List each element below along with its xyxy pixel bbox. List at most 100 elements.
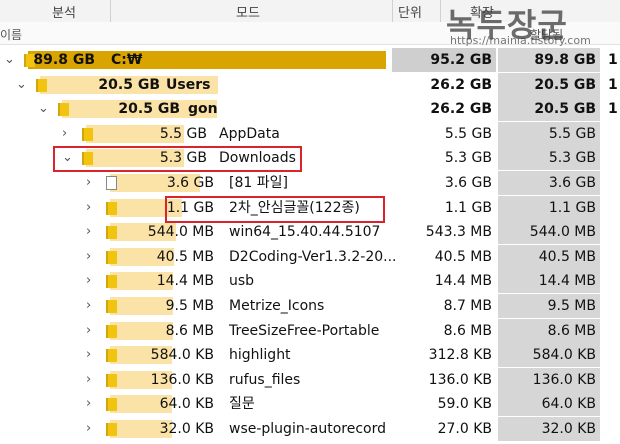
chevron-down-icon[interactable]: ⌄ <box>4 48 15 72</box>
row-name[interactable]: 질문 <box>229 392 255 416</box>
chevron-right-icon[interactable]: › <box>86 196 91 220</box>
header-separator[interactable] <box>110 0 111 22</box>
header-separator[interactable] <box>392 0 393 22</box>
tree-row[interactable]: › 136.0 KB rufus_files 136.0 KB 136.0 KB <box>0 367 620 392</box>
row-allocated: 14.4 MB <box>538 273 596 290</box>
row-name[interactable]: [81 파일] <box>229 171 288 195</box>
chevron-right-icon[interactable]: › <box>86 220 91 244</box>
row-allocated: 89.8 GB <box>534 52 596 68</box>
tree-row[interactable]: › 64.0 KB 질문 59.0 KB 64.0 KB <box>0 392 620 417</box>
tree-row[interactable]: › 5.5 GB AppData 5.5 GB 5.5 GB <box>0 121 620 146</box>
row-size-label: 64.0 KB <box>159 396 214 413</box>
tree-row[interactable]: › 40.5 MB D2Coding-Ver1.3.2-20... 40.5 MB 40… <box>0 244 620 269</box>
highlight-downloads <box>53 146 302 172</box>
row-size-label: 544.0 MB <box>147 224 214 241</box>
row-name[interactable]: AppData <box>219 122 280 146</box>
chevron-down-icon[interactable]: ⌄ <box>38 97 49 121</box>
treesize-window: 분석 모드 단위 확장 이름 할당됨 ⌄ 89.8 GB C:₩ 95.2 GB 89.… <box>0 0 620 444</box>
row-size: 59.0 KB <box>437 396 492 413</box>
row-size-label: 14.4 MB <box>156 273 214 290</box>
chevron-right-icon[interactable]: › <box>86 417 91 441</box>
row-size: 3.6 GB <box>444 175 492 191</box>
row-allocated: 64.0 KB <box>541 396 596 413</box>
row-size-label: 136.0 KB <box>150 371 214 388</box>
row-size: 95.2 GB <box>430 52 492 68</box>
row-allocated: 3.6 GB <box>548 175 596 191</box>
tree-row[interactable]: › 14.4 MB usb 14.4 MB 14.4 MB <box>0 269 620 294</box>
file-icon <box>106 176 117 190</box>
chevron-right-icon[interactable]: › <box>86 171 91 195</box>
chevron-right-icon[interactable]: › <box>62 122 67 146</box>
tree-row[interactable]: ⌄ 20.5 GB gon 26.2 GB 20.5 GB 1 <box>0 97 620 122</box>
row-size-label: 20.5 GB <box>118 101 180 118</box>
row-name[interactable]: Metrize_Icons <box>229 294 324 318</box>
row-size-label: 20.5 GB <box>98 76 160 93</box>
row-size: 5.5 GB <box>444 125 492 142</box>
folder-icon <box>36 78 47 92</box>
chevron-right-icon[interactable]: › <box>86 368 91 392</box>
row-name[interactable]: TreeSizeFree-Portable <box>229 319 379 343</box>
row-name[interactable]: highlight <box>229 343 291 367</box>
row-name[interactable]: rufus_files <box>229 368 300 392</box>
row-allocated: 1.1 GB <box>548 199 596 216</box>
row-name[interactable]: gon <box>188 97 218 121</box>
row-allocated: 544.0 MB <box>529 224 596 241</box>
tree-row[interactable]: › 3.6 GB [81 파일] 3.6 GB 3.6 GB <box>0 171 620 195</box>
watermark-url: https://mainia.tistory.com <box>450 34 591 47</box>
folder-icon <box>106 201 117 215</box>
tree-row[interactable]: › 584.0 KB highlight 312.8 KB 584.0 KB <box>0 343 620 368</box>
chevron-right-icon[interactable]: › <box>86 392 91 416</box>
row-name[interactable]: win64_15.40.44.5107 <box>229 220 380 244</box>
chevron-right-icon[interactable]: › <box>86 294 91 318</box>
row-size: 8.7 MB <box>443 298 492 314</box>
tree-row[interactable]: › 8.6 MB TreeSizeFree-Portable 8.6 MB 8.6 MB <box>0 318 620 343</box>
row-next-column-value: 1 <box>608 52 618 68</box>
tree-row[interactable]: › 544.0 MB win64_15.40.44.5107 543.3 MB 544.… <box>0 220 620 245</box>
folder-icon <box>106 349 117 363</box>
col-analysis-header[interactable]: 분석 <box>52 2 76 21</box>
row-allocated: 5.3 GB <box>548 150 596 167</box>
folder-icon <box>106 398 117 412</box>
row-size: 26.2 GB <box>430 101 492 118</box>
chevron-down-icon[interactable]: ⌄ <box>16 73 27 97</box>
row-size-label: 8.6 MB <box>165 322 214 339</box>
tree-row[interactable]: ⌄ 89.8 GB C:₩ 95.2 GB 89.8 GB 1 <box>0 48 620 72</box>
tree-row[interactable]: › 9.5 MB Metrize_Icons 8.7 MB 9.5 MB <box>0 294 620 318</box>
row-allocated: 9.5 MB <box>547 298 596 314</box>
row-name[interactable]: wse-plugin-autorecord <box>229 417 386 441</box>
folder-icon <box>106 373 117 387</box>
row-size: 8.6 MB <box>443 322 492 339</box>
row-size: 136.0 KB <box>428 371 492 388</box>
row-name[interactable]: D2Coding-Ver1.3.2-20... <box>229 245 397 269</box>
folder-icon <box>82 127 93 141</box>
row-allocated: 20.5 GB <box>534 101 596 118</box>
row-size-label: 9.5 MB <box>165 298 214 314</box>
tree-row[interactable]: ⌄ 20.5 GB Users 26.2 GB 20.5 GB 1 <box>0 72 620 97</box>
row-allocated: 5.5 GB <box>548 125 596 142</box>
row-allocated: 584.0 KB <box>532 347 596 364</box>
col-unit-header[interactable]: 단위 <box>398 2 422 21</box>
row-size: 543.3 MB <box>425 224 492 241</box>
row-size: 5.3 GB <box>444 150 492 167</box>
row-size-label: 3.6 GB <box>166 175 214 191</box>
folder-icon <box>106 226 117 240</box>
row-name[interactable]: usb <box>229 269 254 293</box>
chevron-right-icon[interactable]: › <box>86 343 91 367</box>
tree-row[interactable]: › 32.0 KB wse-plugin-autorecord 27.0 KB 32.0… <box>0 417 620 441</box>
row-next-column-value: 1 <box>608 76 618 93</box>
row-size-label: 5.5 GB <box>159 125 207 142</box>
row-size: 312.8 KB <box>428 347 492 364</box>
header-separator[interactable] <box>440 0 441 22</box>
col-mode-header[interactable]: 모드 <box>236 2 260 21</box>
folder-icon <box>106 300 117 313</box>
col-name-header[interactable]: 이름 <box>0 26 22 43</box>
chevron-right-icon[interactable]: › <box>86 245 91 269</box>
chevron-right-icon[interactable]: › <box>86 319 91 343</box>
row-next-column-value: 1 <box>608 101 618 118</box>
chevron-right-icon[interactable]: › <box>86 269 91 293</box>
row-name[interactable]: Users <box>166 73 210 97</box>
row-size-label: 32.0 KB <box>159 421 214 437</box>
row-allocated: 32.0 KB <box>541 421 596 437</box>
row-name[interactable]: C:₩ <box>111 48 142 72</box>
folder-icon <box>58 103 69 117</box>
